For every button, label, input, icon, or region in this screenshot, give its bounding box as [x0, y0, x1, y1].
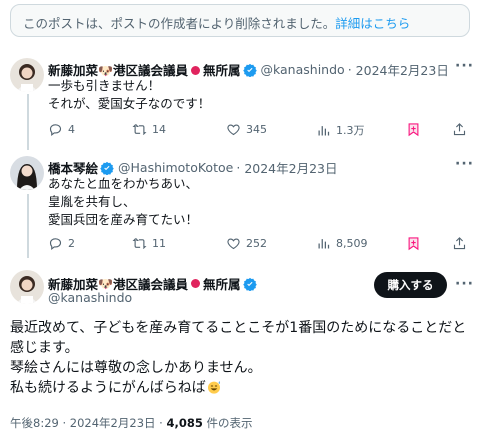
avatar[interactable] [10, 58, 44, 92]
tweet-line: それが、愛国女子なのです！ [48, 96, 211, 111]
japan-flag-icon [190, 66, 200, 75]
tweet-actions: 2 11 252 8,509 [48, 236, 468, 252]
tweet-text: 一歩も引きません！ それが、愛国女子なのです！ [48, 77, 210, 113]
retweet-icon [132, 238, 147, 249]
avatar[interactable] [10, 270, 44, 304]
post-line: 最近改めて、子どもを産み育てることこそが1番国のためになることだと [10, 320, 467, 336]
tweet-date[interactable]: 2024年2月23日 [244, 158, 337, 177]
share-icon [453, 123, 466, 136]
deleted-post-notice: このポストは、ポストの作成者により削除されました。詳細はこちら [10, 4, 470, 37]
reply-icon [49, 124, 62, 136]
post-views-label: 件の表示 [202, 416, 253, 430]
post-line: 琴絵さんには尊敬の念しかありません。 [10, 360, 262, 376]
retweet-button[interactable]: 14 [132, 122, 166, 137]
bookmark-icon [408, 123, 419, 137]
thread-line [27, 94, 29, 150]
dog-emoji-icon: 🐶 [98, 64, 113, 78]
separator: · [347, 62, 352, 77]
views-count: 1.3万 [336, 124, 365, 137]
post-line: 感じます。 [10, 340, 79, 356]
retweet-count: 14 [152, 123, 166, 136]
reply-count: 4 [68, 123, 75, 136]
views-button[interactable]: 1.3万 [316, 122, 365, 138]
retweet-icon [132, 124, 147, 135]
views-icon [318, 125, 330, 135]
buy-button[interactable]: 購入する [374, 272, 447, 298]
sweat-smile-emoji-icon [207, 381, 220, 394]
post-views-count: 4,085 [166, 416, 203, 430]
tweet-line: 愛国兵団を産み育てたい！ [48, 212, 199, 227]
more-icon[interactable]: ··· [455, 156, 474, 172]
more-icon[interactable]: ··· [455, 276, 474, 292]
learn-more-link[interactable]: 詳細はこちら [335, 16, 410, 31]
reply-icon [49, 238, 62, 250]
post-footer: 午後8:29 · 2024年2月23日 · 4,085 件の表示 [10, 415, 253, 431]
verified-icon [242, 63, 257, 77]
like-count: 252 [246, 237, 267, 250]
thread-line [27, 194, 29, 258]
reply-count: 2 [68, 237, 75, 250]
share-button[interactable] [452, 122, 467, 137]
separator: · [236, 160, 241, 175]
like-button[interactable]: 252 [226, 236, 267, 251]
tweet-text: あなたと血をわかちあい、 皇胤を共有し、 愛国兵団を産み育てたい！ [48, 175, 198, 229]
reply-button[interactable]: 4 [48, 122, 75, 137]
post-text: 最近改めて、子どもを産み育てることこそが1番国のためになることだと 感じます。 … [10, 318, 475, 398]
post-line: 私も続けるようにがんばらねば [10, 378, 475, 398]
handle[interactable]: @kanashindo [48, 290, 132, 305]
verified-icon [100, 161, 114, 175]
like-count: 345 [246, 123, 267, 136]
avatar[interactable] [10, 156, 44, 190]
retweet-count: 11 [152, 237, 166, 250]
views-icon [318, 239, 330, 249]
handle[interactable]: @HashimotoKotoe [118, 160, 233, 175]
reply-button[interactable]: 2 [48, 236, 75, 251]
tweet-date[interactable]: 2024年2月23日 [356, 60, 449, 79]
like-icon [227, 124, 240, 136]
bookmark-button[interactable] [406, 236, 421, 251]
share-icon [453, 237, 466, 250]
like-button[interactable]: 345 [226, 122, 267, 137]
deleted-notice-text: このポストは、ポストの作成者により削除されました。 [23, 16, 336, 31]
like-icon [227, 238, 240, 250]
tweet-actions: 4 14 345 1.3万 [48, 122, 468, 138]
post-time[interactable]: 午後8:29 · 2024年2月23日 · [10, 416, 166, 430]
tweet-line: 皇胤を共有し、 [48, 194, 136, 209]
retweet-button[interactable]: 11 [132, 236, 166, 251]
tweet-line: あなたと血をわかちあい、 [48, 176, 199, 191]
more-icon[interactable]: ··· [455, 58, 474, 74]
bookmark-button[interactable] [406, 122, 421, 137]
bookmark-icon [408, 237, 419, 251]
views-count: 8,509 [336, 237, 368, 250]
japan-flag-icon [190, 279, 200, 288]
tweet-line: 一歩も引きません！ [48, 78, 161, 93]
verified-icon [242, 277, 257, 291]
handle[interactable]: @kanashindo [261, 62, 345, 77]
share-button[interactable] [452, 236, 467, 251]
dog-emoji-icon: 🐶 [98, 276, 113, 291]
views-button[interactable]: 8,509 [316, 236, 368, 251]
